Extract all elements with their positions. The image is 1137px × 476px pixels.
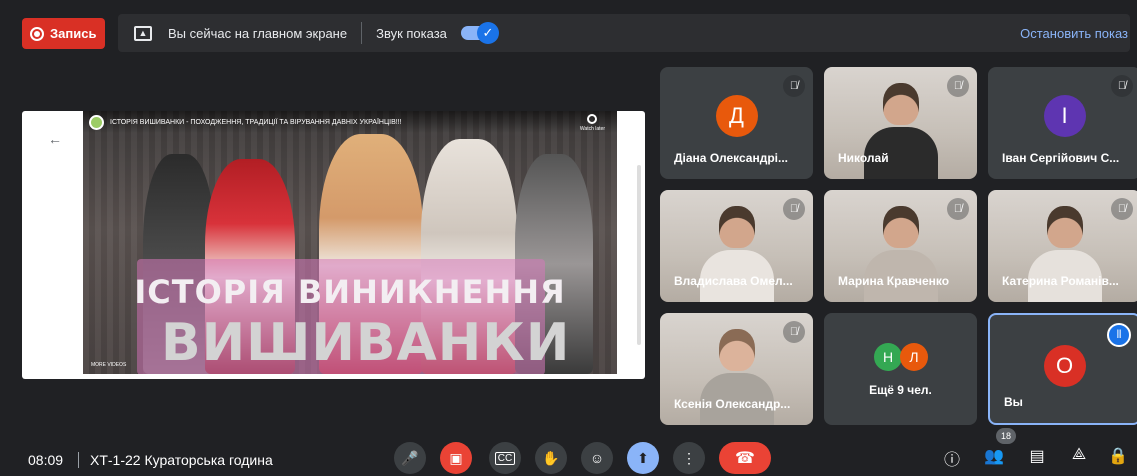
avatar: О [1043,345,1086,387]
back-arrow-icon[interactable]: ← [48,131,62,147]
activities-icon[interactable]: ⟁ [1067,446,1091,464]
phone-hangup-icon: ☎ [735,450,755,467]
more-participants-tile[interactable]: Н Л Ещё 9 чел. [824,313,977,425]
participant-name: Марина Кравченко [838,274,950,288]
camera-off-icon: ▣ [449,449,463,466]
mic-off-icon: 🎙̸ [783,198,805,220]
host-controls-icon[interactable]: 🔒 [1106,446,1130,466]
presentation-sound-label: Звук показа [376,25,447,41]
meeting-name: ХТ-1-22 Кураторська година [90,452,273,468]
divider [361,22,363,44]
presenting-banner: ▲ Вы сейчас на главном экране Звук показ… [118,14,1130,52]
speaking-indicator-icon: ⦀ [1107,323,1131,347]
participant-name: Николай [838,151,889,165]
info-icon[interactable]: ⓘ [940,446,964,470]
avatar: Л [900,343,928,371]
participant-tile[interactable]: 🎙̸ Марина Кравченко [824,190,977,302]
captions-button[interactable]: CC [489,442,521,474]
record-icon [30,26,44,41]
microphone-icon: 🎤 [401,449,419,466]
participant-name: Іван Сергійович С... [1002,151,1120,165]
avatar: І [1043,95,1086,137]
youtube-video[interactable]: ІСТОРІЯ ВИНИКНЕННЯ ВИШИВАНКИ ІСТОРІЯ ВИШ… [83,111,617,374]
presenting-status-text: Вы сейчас на главном экране [168,25,348,41]
present-screen-icon: ▲ [134,25,152,41]
captions-icon: CC [494,451,516,465]
recording-button[interactable]: Запись [22,18,105,49]
participant-name: Катерина Романів... [1002,274,1119,288]
microphone-button[interactable]: 🎤 [394,442,426,474]
check-icon: ✓ [476,22,499,44]
participant-name: Діана Олександрі... [674,151,788,165]
leave-call-button[interactable]: ☎ [719,442,771,474]
participant-name: Ксенія Олександр... [674,397,791,411]
camera-off-button[interactable]: ▣ [440,442,472,474]
present-screen-icon: ⬆ [637,449,649,466]
mic-off-icon: 🎙̸ [947,75,969,97]
avatar: Д [715,95,758,137]
smile-icon: ☺ [589,450,605,466]
more-options-button[interactable]: ⋮ [673,442,705,474]
meeting-time: 08:09 [28,452,64,468]
mic-off-icon: 🎙̸ [1111,75,1133,97]
scrollbar[interactable] [637,165,641,345]
participant-name: Вы [1004,395,1023,409]
participant-tile[interactable]: 🎙̸ Ксенія Олександр... [660,313,813,425]
mic-off-icon: 🎙̸ [1111,198,1133,220]
clock-icon [587,114,598,124]
presented-screen: ← ІСТОРІЯ ВИНИКНЕННЯ ВИШИВАНКИ ІСТОРІЯ В… [22,111,645,379]
participant-tile[interactable]: Д 🎙̸ Діана Олександрі... [660,67,813,179]
present-screen-button[interactable]: ⬆ [627,442,659,474]
avatar: Н [874,343,902,371]
participants-count-badge: 18 [996,428,1016,444]
recording-label: Запись [50,26,97,41]
mic-off-icon: 🎙̸ [947,198,969,220]
participant-tile[interactable]: І 🎙̸ Іван Сергійович С... [988,67,1137,179]
participant-name: Владислава Омел... [674,274,793,288]
channel-logo-icon[interactable] [89,114,104,130]
reactions-button[interactable]: ☺ [581,442,613,474]
video-headline-2: ВИШИВАНКИ [161,313,571,373]
video-title-bar: ІСТОРІЯ ВИШИВАНКИ - ПОХОДЖЕННЯ, ТРАДИЦІЇ… [83,111,617,133]
participant-tile[interactable]: 🎙̸ Николай [824,67,977,179]
self-tile[interactable]: О ⦀ Вы [988,313,1137,425]
more-participants-label: Ещё 9 чел. [869,383,932,397]
bottom-bar: 08:09 ХТ-1-22 Кураторська година 🎤 ▣ CC … [0,428,1137,476]
top-bar: Запись ▲ Вы сейчас на главном экране Зву… [0,0,1137,62]
watch-later-label: Watch later [579,126,605,132]
video-title[interactable]: ІСТОРІЯ ВИШИВАНКИ - ПОХОДЖЕННЯ, ТРАДИЦІЇ… [110,119,402,126]
more-videos-label[interactable]: MORE VIDEOS [91,362,126,368]
more-vert-icon: ⋮ [682,449,696,466]
mic-off-icon: 🎙̸ [783,321,805,343]
divider [78,452,79,468]
participant-tile[interactable]: 🎙̸ Владислава Омел... [660,190,813,302]
people-icon[interactable]: 👥 [982,446,1006,466]
mic-off-icon: 🎙̸ [783,75,805,97]
raise-hand-button[interactable]: ✋ [535,442,567,474]
chat-icon[interactable]: ▤ [1025,446,1049,466]
presentation-sound-toggle[interactable]: ✓ [460,22,499,44]
stop-presenting-button[interactable]: Остановить показ [1020,26,1128,41]
hand-icon: ✋ [542,449,560,466]
watch-later-button[interactable]: Watch later [580,114,605,132]
video-headline-1: ІСТОРІЯ ВИНИКНЕННЯ [134,273,566,311]
participant-tile[interactable]: 🎙̸ Катерина Романів... [988,190,1137,302]
